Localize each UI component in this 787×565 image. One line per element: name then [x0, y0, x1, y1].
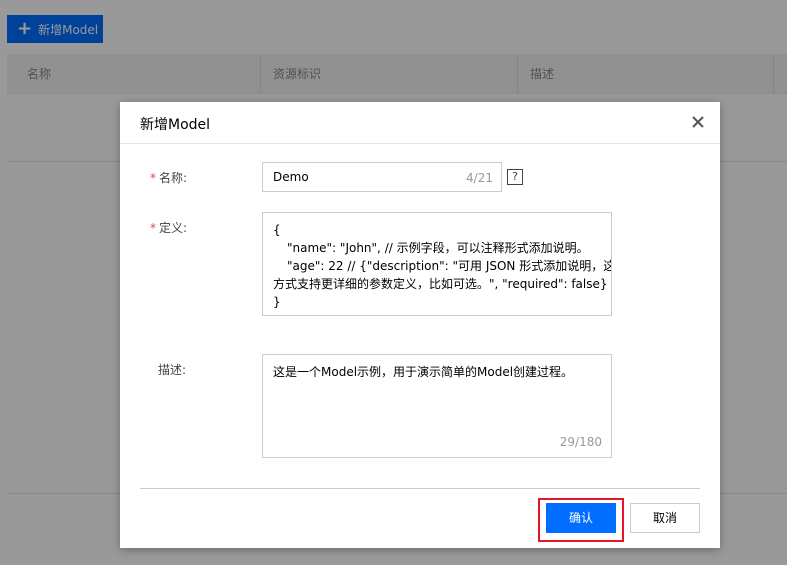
close-icon[interactable] [690, 114, 706, 130]
description-label: 描述: [158, 363, 187, 377]
definition-line: "age": 22 // {"description": "可用 JSON 形式… [287, 259, 612, 273]
definition-label: * 定义: [150, 219, 187, 236]
definition-line: 方式支持更详细的参数定义，比如可选。", "required": false} [273, 277, 608, 291]
help-icon[interactable]: ? [507, 169, 523, 185]
description-textarea[interactable]: 这是一个Model示例，用于演示简单的Model创建过程。 29/180 [262, 354, 612, 458]
description-char-count: 29/180 [559, 435, 602, 449]
dialog-title: 新增Model [140, 117, 211, 133]
required-mark: * [150, 221, 156, 235]
name-input-wrapper: 4/21 [262, 162, 502, 192]
dialog-header: 新增Model [120, 102, 720, 144]
name-char-count: 4/21 [466, 171, 493, 185]
name-label: * 名称: [150, 169, 187, 186]
confirm-button[interactable]: 确认 [546, 503, 616, 533]
definition-label-text: 定义: [159, 221, 188, 235]
cancel-button[interactable]: 取消 [630, 503, 700, 533]
definition-line: } [273, 295, 281, 309]
name-label-text: 名称: [159, 171, 188, 185]
required-mark: * [150, 171, 156, 185]
footer-divider [140, 488, 700, 489]
description-text: 这是一个Model示例，用于演示简单的Model创建过程。 [273, 365, 574, 379]
definition-textarea[interactable]: { "name": "John", // 示例字段，可以注释形式添加说明。 "a… [262, 212, 612, 316]
definition-line: { [273, 223, 281, 237]
definition-line: "name": "John", // 示例字段，可以注释形式添加说明。 [287, 241, 589, 255]
add-model-dialog: 新增Model *名称: 4/21 ? *定义: { "name": "John… [120, 102, 720, 548]
